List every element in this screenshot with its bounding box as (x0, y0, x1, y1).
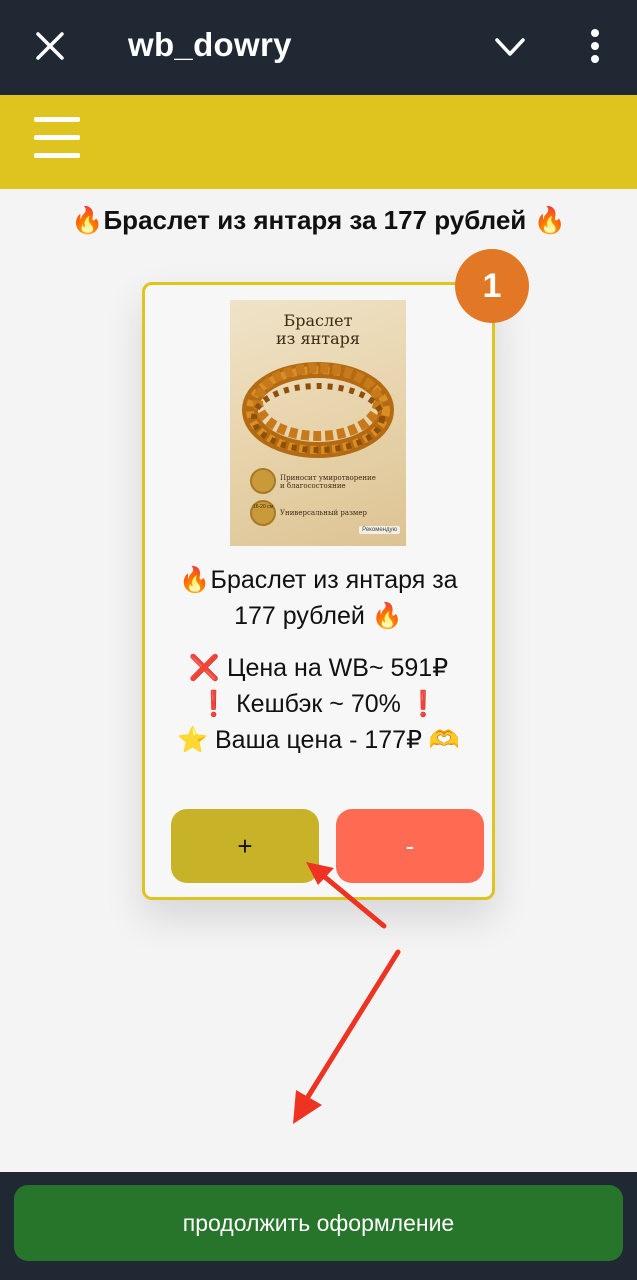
menu-icon[interactable] (34, 117, 82, 165)
bracelet-illustration (242, 362, 394, 458)
cashback: ❗ Кешбэк ~ 70% ❗ (198, 690, 439, 718)
price-info: ❌ Цена на WB~ 591₽ ❗ Кешбэк ~ 70% ❗ ⭐ Ва… (142, 650, 495, 758)
remove-button[interactable]: - (336, 809, 484, 883)
continue-checkout-button[interactable]: продолжить оформление (14, 1185, 623, 1261)
image-title: Браслет из янтаря (276, 311, 360, 348)
cart-count-badge: 1 (455, 249, 529, 323)
close-icon[interactable] (30, 26, 70, 66)
more-vert-icon[interactable] (578, 24, 612, 68)
add-button[interactable]: + (171, 809, 319, 883)
your-price: ⭐ Ваша цена - 177₽ 🫶 (176, 726, 461, 754)
wb-price: ❌ Цена на WB~ 591₽ (188, 654, 449, 682)
menu-bar (0, 95, 637, 189)
top-app-bar: wb_dowry (0, 0, 637, 95)
bottom-bar: продолжить оформление (0, 1172, 637, 1280)
image-tag: Рекомендую (359, 526, 400, 534)
app-title: wb_dowry (128, 26, 292, 63)
product-image[interactable]: Браслет из янтаря Приносит умиротворение… (230, 300, 406, 546)
page-title: 🔥Браслет из янтаря за 177 рублей 🔥 (71, 205, 566, 235)
product-name: 🔥Браслет из янтаря за 177 рублей 🔥 (179, 566, 458, 630)
size-icon: 16-20 см (250, 500, 276, 526)
meditation-icon (250, 468, 276, 494)
chevron-down-icon[interactable] (490, 28, 530, 68)
